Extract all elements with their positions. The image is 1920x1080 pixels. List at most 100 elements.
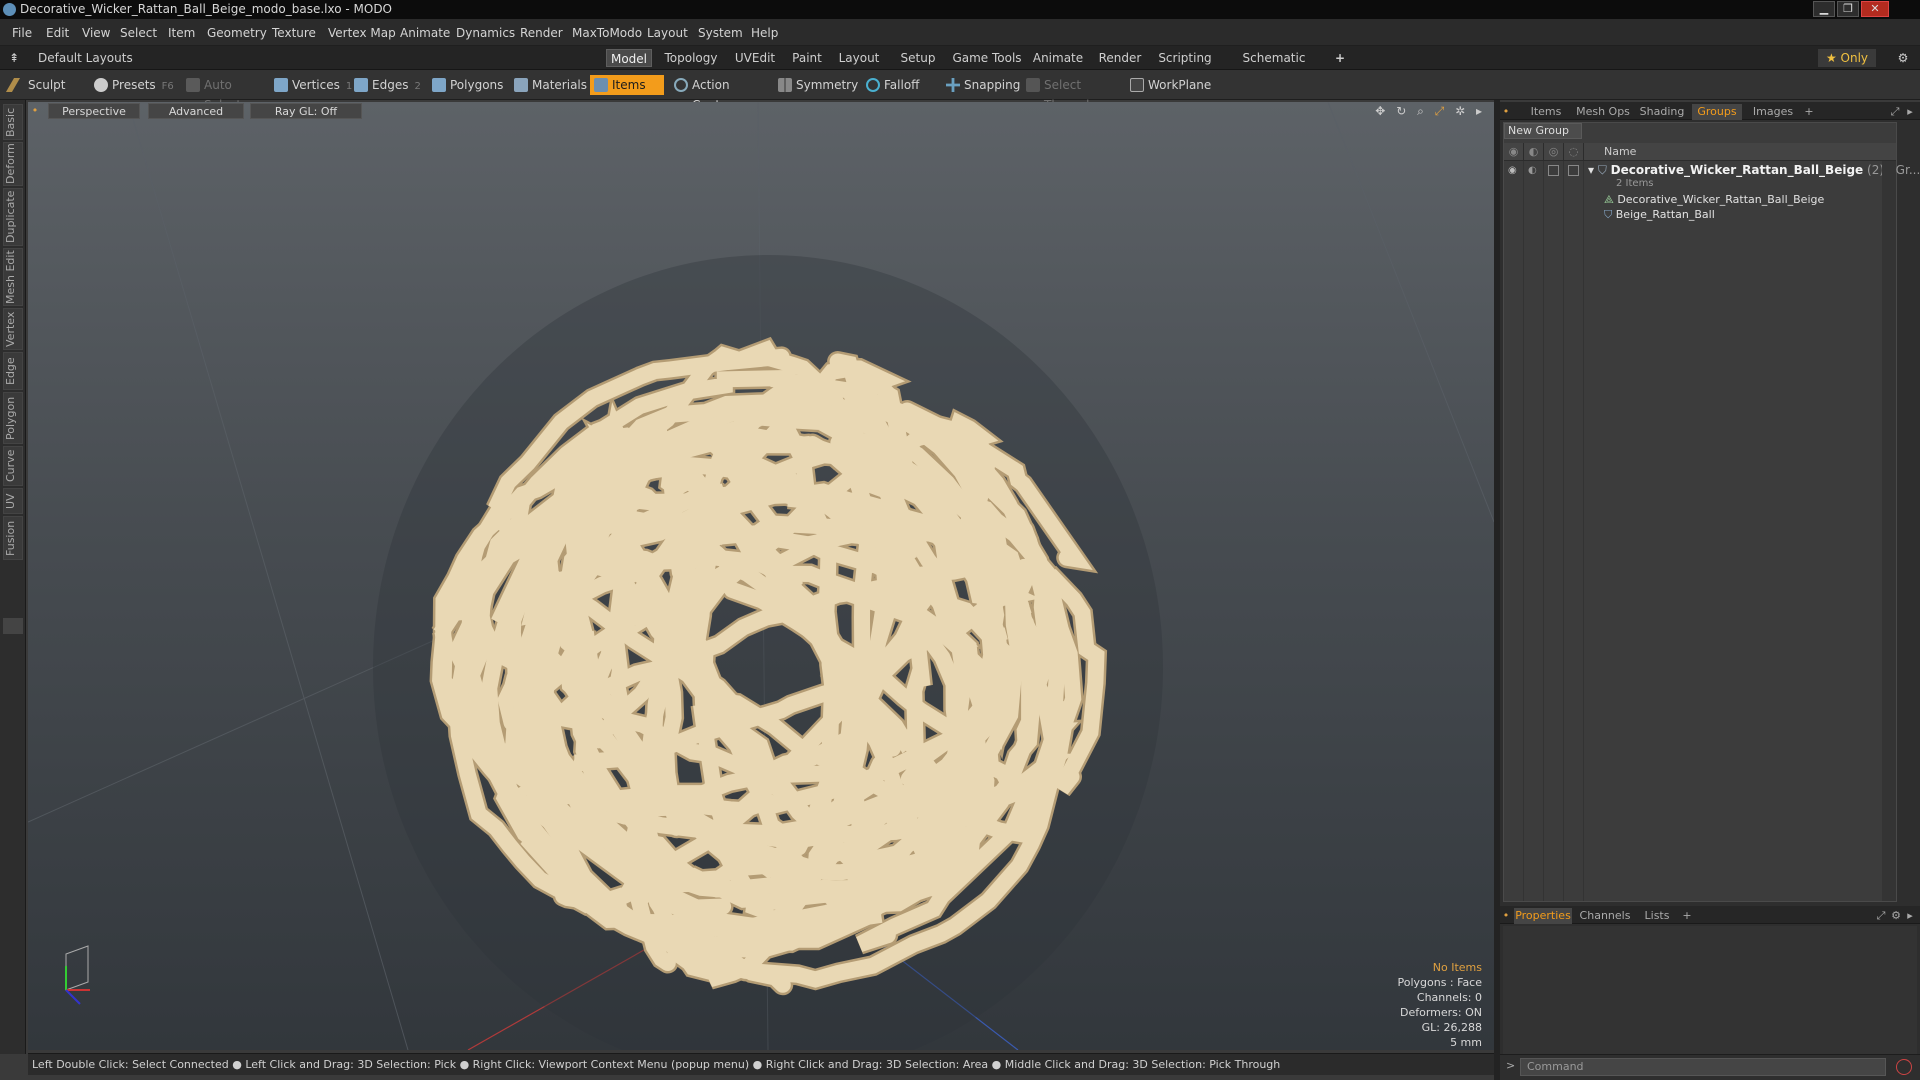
- layout-toggle-icon[interactable]: ⇞: [6, 49, 22, 67]
- layout-preset-dropdown[interactable]: Default Layouts ▾: [30, 49, 140, 83]
- tab-schematic-fusion[interactable]: Schematic Fusion: [1224, 49, 1324, 83]
- command-stop-icon[interactable]: [1896, 1059, 1912, 1075]
- tab-render[interactable]: Render: [1094, 49, 1146, 67]
- falloff-button[interactable]: Falloff: [862, 75, 930, 95]
- tab-basic[interactable]: Basic: [3, 104, 23, 140]
- presets-button[interactable]: Presets F6: [90, 75, 174, 95]
- bottom-panel-menu-icon[interactable]: •: [1502, 908, 1510, 924]
- sculpt-button[interactable]: Sculpt: [5, 75, 88, 95]
- menu-file[interactable]: File: [12, 26, 32, 40]
- list-item[interactable]: ⛉ Beige_Rattan_Ball: [1604, 206, 1715, 224]
- 3d-viewport[interactable]: • Perspective Advanced Ray GL: Off ✥ ↻ ⌕…: [28, 102, 1494, 1050]
- snapping-button[interactable]: Snapping: [942, 75, 1026, 95]
- tab-topology[interactable]: Topology: [660, 49, 722, 67]
- tab-setup[interactable]: Setup: [892, 49, 944, 67]
- menu-edit[interactable]: Edit: [46, 26, 69, 40]
- symmetry-button[interactable]: Symmetry: [774, 75, 858, 95]
- new-group-button[interactable]: New Group: [1504, 123, 1582, 139]
- menu-select[interactable]: Select: [120, 26, 157, 40]
- bottom-settings-icon[interactable]: ⚙: [1890, 908, 1902, 924]
- materials-button[interactable]: Materials: [510, 75, 587, 95]
- vertices-button[interactable]: Vertices 1: [270, 75, 352, 95]
- panel-menu-icon[interactable]: •: [1502, 104, 1510, 120]
- auto-select-button[interactable]: Auto Select: [182, 75, 266, 112]
- menu-geometry[interactable]: Geometry: [207, 26, 267, 40]
- tab-polygon[interactable]: Polygon: [3, 392, 23, 444]
- maximize-viewport-icon[interactable]: ⤢: [1435, 104, 1445, 118]
- menu-texture[interactable]: Texture: [272, 26, 316, 40]
- tab-fusion[interactable]: Fusion: [3, 516, 23, 560]
- only-toggle[interactable]: ★ Only: [1818, 49, 1876, 67]
- tab-properties[interactable]: Properties: [1514, 908, 1572, 924]
- maximize-button[interactable]: ❐: [1837, 1, 1859, 17]
- tab-deform[interactable]: Deform: [3, 142, 23, 186]
- tab-layout[interactable]: Layout: [834, 49, 884, 67]
- tab-channels[interactable]: Channels: [1578, 908, 1632, 924]
- bottom-expand-icon[interactable]: ⤢: [1874, 908, 1888, 924]
- viewport-expand-icon[interactable]: ▸: [1476, 104, 1482, 118]
- tab-shading[interactable]: Shading: [1636, 104, 1688, 120]
- polygons-button[interactable]: Polygons: [428, 75, 503, 95]
- minimize-button[interactable]: ▁: [1813, 1, 1835, 17]
- tab-lists[interactable]: Lists: [1638, 908, 1676, 924]
- zoom-icon[interactable]: ⌕: [1417, 104, 1424, 118]
- viewport-menu-icon[interactable]: •: [30, 103, 40, 119]
- panel-arrow-icon[interactable]: ▸: [1904, 104, 1916, 120]
- bottom-arrow-icon[interactable]: ▸: [1904, 908, 1916, 924]
- command-input[interactable]: Command: [1520, 1058, 1886, 1076]
- menu-render[interactable]: Render: [520, 26, 563, 40]
- tab-game-tools[interactable]: Game Tools: [952, 49, 1022, 67]
- tab-groups[interactable]: Groups: [1692, 104, 1742, 120]
- edges-button[interactable]: Edges 2: [350, 75, 430, 95]
- tab-duplicate[interactable]: Duplicate: [3, 188, 23, 246]
- render-icon[interactable]: ◐: [1524, 143, 1544, 160]
- menu-layout[interactable]: Layout: [647, 26, 688, 40]
- tab-vertex[interactable]: Vertex: [3, 308, 23, 350]
- collapse-icon[interactable]: ▾: [1588, 163, 1598, 177]
- tab-mesh-ops[interactable]: Mesh Ops: [1574, 104, 1632, 120]
- gear-icon[interactable]: ⚙: [1894, 49, 1912, 67]
- add-panel-tab-button[interactable]: +: [1802, 104, 1816, 120]
- shading-advanced-dropdown[interactable]: Advanced: [148, 103, 244, 119]
- tab-items[interactable]: Items: [1522, 104, 1570, 120]
- tab-model[interactable]: Model: [606, 49, 652, 67]
- menu-help[interactable]: Help: [751, 26, 778, 40]
- workplane-button[interactable]: WorkPlane: [1126, 75, 1211, 95]
- tab-paint[interactable]: Paint: [788, 49, 826, 67]
- menu-vertex-map[interactable]: Vertex Map: [328, 26, 396, 40]
- menu-animate[interactable]: Animate: [400, 26, 450, 40]
- group-render-icon[interactable]: ◐: [1528, 165, 1537, 176]
- pan-icon[interactable]: ✥: [1375, 104, 1385, 118]
- groups-scrollbar[interactable]: [1882, 161, 1896, 901]
- tab-images[interactable]: Images: [1748, 104, 1798, 120]
- panel-toggle-button[interactable]: [3, 618, 23, 634]
- viewport-settings-icon[interactable]: ✲: [1455, 104, 1465, 118]
- menu-system[interactable]: System: [698, 26, 743, 40]
- tab-edge[interactable]: Edge: [3, 352, 23, 390]
- group-select-checkbox[interactable]: [1568, 165, 1579, 176]
- tab-uv[interactable]: UV: [3, 488, 23, 514]
- group-visibility-eye-icon[interactable]: ◉: [1508, 165, 1517, 176]
- visibility-eye-icon[interactable]: ◉: [1504, 143, 1524, 160]
- select-through-button[interactable]: Select Through: [1022, 75, 1126, 112]
- rotate-icon[interactable]: ↻: [1396, 104, 1406, 118]
- menu-view[interactable]: View: [82, 26, 110, 40]
- group-lock-checkbox[interactable]: [1548, 165, 1559, 176]
- tab-scripting[interactable]: Scripting: [1154, 49, 1216, 67]
- lock-icon[interactable]: ◎: [1544, 143, 1564, 160]
- close-button[interactable]: ✕: [1861, 1, 1889, 17]
- panel-expand-icon[interactable]: ⤢: [1888, 104, 1902, 120]
- tab-mesh-edit[interactable]: Mesh Edit: [3, 248, 23, 306]
- tab-animate[interactable]: Animate: [1030, 49, 1086, 67]
- action-center-button[interactable]: Action Center: [670, 75, 770, 112]
- add-tab-button[interactable]: +: [1332, 49, 1348, 67]
- add-bottom-tab-button[interactable]: +: [1680, 908, 1694, 924]
- tab-uvedit[interactable]: UVEdit: [730, 49, 780, 67]
- menu-maxtomodo[interactable]: MaxToModo: [572, 26, 642, 40]
- view-perspective-dropdown[interactable]: Perspective: [48, 103, 140, 119]
- menu-dynamics[interactable]: Dynamics: [456, 26, 515, 40]
- menu-item[interactable]: Item: [168, 26, 195, 40]
- raygl-toggle[interactable]: Ray GL: Off: [250, 103, 362, 119]
- tab-curve[interactable]: Curve: [3, 446, 23, 486]
- select-icon[interactable]: ◌: [1564, 143, 1584, 160]
